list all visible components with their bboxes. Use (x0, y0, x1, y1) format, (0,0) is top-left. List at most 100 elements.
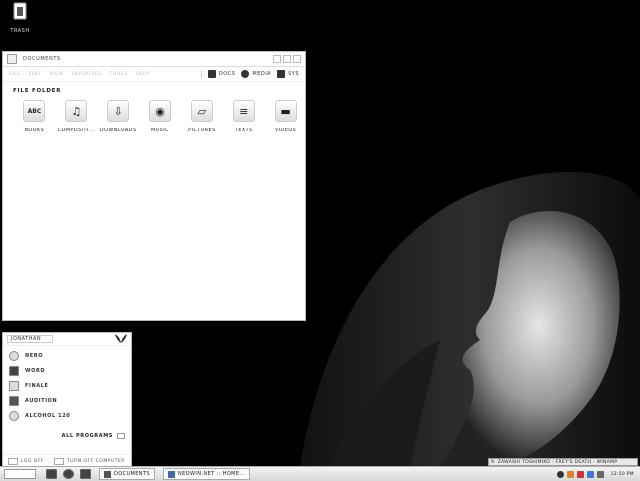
network-icon[interactable] (556, 470, 564, 478)
now-playing-bar[interactable]: 9. ZAWASHI TOSHIMIKO - FREY'S DEATH - WI… (488, 458, 638, 466)
folder-icon (104, 470, 111, 478)
speaker-icon (9, 395, 19, 406)
system-icon (277, 70, 286, 78)
program-label: FINALE (25, 382, 49, 389)
disc-icon (9, 350, 19, 361)
menu-help[interactable]: HELP (136, 72, 150, 77)
task-documents[interactable]: DOCUMENTS (99, 468, 155, 480)
document-icon (207, 70, 216, 78)
program-word[interactable]: WORD (9, 363, 125, 378)
program-finale[interactable]: FINALE (9, 378, 125, 393)
arrow-right-icon (117, 433, 125, 439)
trash-desktop-icon[interactable]: TRASH (4, 2, 36, 34)
desktop: TRASH DOCUMENTS FILE EDIT VIEW FAVORITES… (0, 0, 640, 466)
folder-label: MUSIC (151, 128, 169, 133)
downloads-icon: ⇩ (107, 100, 130, 122)
folder-label: DOWNLOADS (99, 128, 137, 133)
browser-icon (167, 470, 175, 478)
program-label: ALCOHOL 120 (25, 412, 71, 419)
program-list: NERO WORD FINALE AUDITION ALCOHOL 120 (3, 346, 131, 425)
system-tray: 12:50 PM (556, 470, 640, 478)
search-icon[interactable] (63, 469, 74, 479)
maximize-button[interactable] (283, 55, 291, 63)
location-media-label: MEDIA (252, 71, 272, 77)
program-nero[interactable]: NERO (9, 348, 125, 363)
folder-label: VIDEOS (274, 128, 297, 133)
start-menu-header: JONATHAN (3, 333, 131, 346)
trash-icon (13, 2, 27, 20)
folder-compositions[interactable]: ♫ COMPOSITI... (57, 100, 96, 133)
word-icon (9, 365, 19, 376)
quick-launch (46, 469, 91, 479)
folder-downloads[interactable]: ⇩ DOWNLOADS (99, 100, 138, 133)
clapper-icon: ▬ (274, 100, 297, 122)
all-programs-label: ALL PROGRAMS (61, 433, 113, 439)
program-audition[interactable]: AUDITION (9, 393, 125, 408)
music-note-icon (9, 380, 19, 391)
disc-icon (9, 410, 19, 421)
window-icon (7, 54, 17, 64)
menu-tools[interactable]: TOOLS (109, 72, 127, 77)
log-off-icon (8, 457, 18, 465)
program-alcohol[interactable]: ALCOHOL 120 (9, 408, 125, 423)
task-browser[interactable]: NEOWIN.NET :: HOME... (162, 468, 251, 480)
location-sys[interactable]: SYS (277, 70, 299, 78)
texts-icon: ≡ (232, 100, 255, 122)
user-name: JONATHAN (7, 335, 53, 343)
books-icon: ABC (23, 100, 46, 122)
location-docs-label: DOCS (218, 71, 236, 77)
menu-edit[interactable]: EDIT (29, 72, 42, 77)
media-icon (241, 70, 250, 78)
program-label: NERO (25, 352, 44, 359)
taskbar-search-input[interactable] (4, 469, 36, 479)
menu-favorites[interactable]: FAVORITES (72, 72, 102, 77)
folder-books[interactable]: ABC BOOKS (15, 100, 54, 133)
power-icon (54, 457, 65, 465)
winamp-icon[interactable] (566, 470, 574, 478)
pen-icon[interactable] (80, 469, 91, 479)
log-off-button[interactable]: LOG OFF (8, 457, 45, 465)
wings-logo-icon (115, 334, 127, 343)
folder-label: BOOKS (24, 128, 45, 133)
folder-label: COMPOSITI... (57, 128, 95, 133)
speaker-icon: ◉ (149, 100, 171, 122)
start-menu-footer: LOG OFF TURN OFF COMPUTER (3, 454, 131, 466)
log-off-label: LOG OFF (21, 458, 45, 464)
start-menu: JONATHAN NERO WORD FINALE AUDITION ALCOH… (2, 332, 132, 466)
antivirus-icon[interactable] (576, 470, 584, 478)
folder-pictures[interactable]: ▱ PICTURES (182, 100, 221, 133)
folder-section-title: FILE FOLDER (13, 88, 62, 94)
program-label: WORD (25, 367, 46, 374)
messenger-icon[interactable] (586, 470, 594, 478)
trash-label: TRASH (10, 28, 30, 34)
location-sys-label: SYS (288, 71, 299, 77)
folder-music[interactable]: ◉ MUSIC (141, 100, 180, 133)
volume-icon[interactable] (596, 470, 604, 478)
folder-label: PICTURES (188, 128, 216, 133)
folder-label: TEXTS (234, 128, 253, 133)
window-toolbar: FILE EDIT VIEW FAVORITES TOOLS HELP DOCS… (3, 67, 305, 82)
minimize-button[interactable] (273, 55, 281, 63)
all-programs-button[interactable]: ALL PROGRAMS (62, 433, 125, 439)
turn-off-label: TURN OFF COMPUTER (67, 458, 125, 464)
menu-bar: FILE EDIT VIEW FAVORITES TOOLS HELP (9, 72, 149, 77)
documents-window: DOCUMENTS FILE EDIT VIEW FAVORITES TOOLS… (2, 51, 306, 321)
folder-videos[interactable]: ▬ VIDEOS (266, 100, 305, 133)
location-media[interactable]: MEDIA (241, 70, 271, 78)
menu-view[interactable]: VIEW (49, 72, 63, 77)
location-docs[interactable]: DOCS (207, 70, 236, 78)
turn-off-button[interactable]: TURN OFF COMPUTER (54, 457, 125, 465)
location-shortcuts: DOCS MEDIA SYS (200, 70, 299, 78)
music-note-icon: ♫ (65, 100, 88, 122)
task-label: NEOWIN.NET :: HOME... (177, 471, 246, 477)
menu-file[interactable]: FILE (9, 72, 21, 77)
clock: 12:50 PM (610, 471, 634, 477)
folder-grid: ABC BOOKS ♫ COMPOSITI... ⇩ DOWNLOADS ◉ M… (15, 100, 305, 133)
folder-texts[interactable]: ≡ TEXTS (224, 100, 263, 133)
pictures-icon: ▱ (190, 100, 213, 122)
close-button[interactable] (293, 55, 301, 63)
program-label: AUDITION (25, 397, 58, 404)
window-title: DOCUMENTS (23, 56, 61, 62)
window-titlebar[interactable]: DOCUMENTS (3, 52, 305, 67)
show-desktop-icon[interactable] (46, 469, 57, 479)
